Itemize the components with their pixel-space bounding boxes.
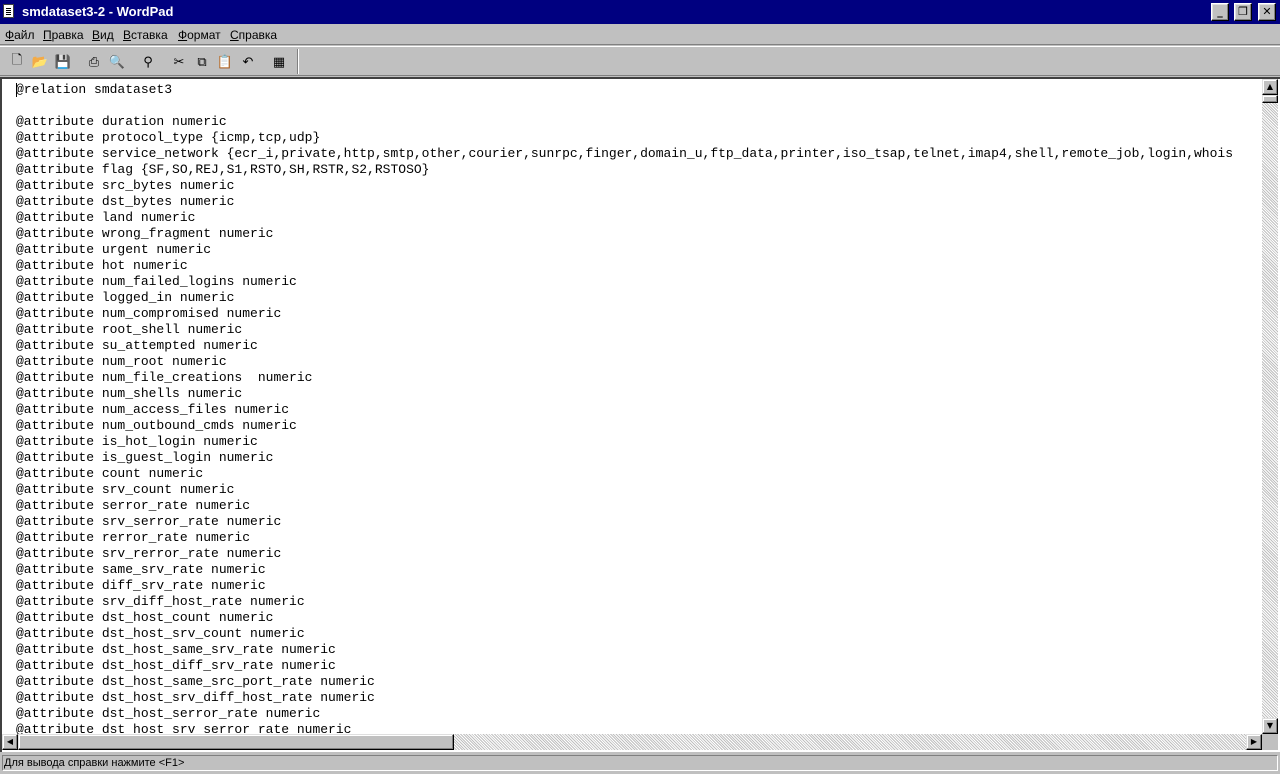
document-line: @attribute dst_host_serror_rate numeric bbox=[16, 706, 321, 721]
document-line: @attribute dst_host_same_src_port_rate n… bbox=[16, 674, 375, 689]
new-document-icon[interactable]: 🗋 bbox=[8, 53, 26, 71]
save-disk-icon[interactable]: 💾 bbox=[54, 53, 72, 71]
menu-bar: Файл Правка Вид Вставка Формат Справка bbox=[0, 25, 1280, 45]
arrow-up-icon: ▲ bbox=[1266, 82, 1274, 91]
document-line: @attribute num_access_files numeric bbox=[16, 402, 290, 417]
document-line: @attribute num_outbound_cmds numeric bbox=[16, 418, 297, 433]
menu-help[interactable]: Справка bbox=[230, 28, 277, 42]
document-line: @attribute land numeric bbox=[16, 210, 196, 225]
horizontal-scroll-thumb[interactable] bbox=[18, 734, 454, 750]
minimize-button[interactable]: _ bbox=[1211, 3, 1229, 21]
find-binoculars-icon[interactable]: ⚲ bbox=[139, 53, 157, 71]
document-line: @attribute srv_serror_rate numeric bbox=[16, 514, 282, 529]
document-line: @attribute wrong_fragment numeric bbox=[16, 226, 274, 241]
document-line: @attribute dst_host_count numeric bbox=[16, 610, 274, 625]
document-text-area[interactable]: @relation smdataset3 @attribute duration … bbox=[2, 79, 1261, 734]
document-line: @attribute dst_host_srv_count numeric bbox=[16, 626, 305, 641]
document-line: @attribute duration numeric bbox=[16, 114, 227, 129]
document-line: @attribute dst_host_srv_serror_rate nume… bbox=[16, 722, 352, 734]
copy-icon[interactable]: ⧉ bbox=[193, 53, 211, 71]
vertical-scrollbar[interactable]: ▲ ▼ bbox=[1262, 79, 1278, 734]
document-line: @attribute is_hot_login numeric bbox=[16, 434, 258, 449]
close-icon: ✕ bbox=[1262, 5, 1272, 18]
menu-view[interactable]: Вид bbox=[92, 28, 114, 42]
document-line: @attribute dst_host_diff_srv_rate numeri… bbox=[16, 658, 336, 673]
status-text: Для вывода справки нажмите <F1> bbox=[2, 755, 1278, 771]
document-line: @relation smdataset3 bbox=[16, 82, 173, 97]
document-line: @attribute srv_diff_host_rate numeric bbox=[16, 594, 305, 609]
title-bar[interactable]: smdataset3-2 - WordPad _ ❐ ✕ bbox=[0, 0, 1280, 24]
document-line: @attribute dst_host_srv_diff_host_rate n… bbox=[16, 690, 375, 705]
document-line: @attribute num_shells numeric bbox=[16, 386, 243, 401]
document-line: @attribute serror_rate numeric bbox=[16, 498, 251, 513]
scroll-down-button[interactable]: ▼ bbox=[1262, 718, 1278, 734]
menu-edit[interactable]: Правка bbox=[43, 28, 84, 42]
document-line: @attribute num_failed_logins numeric bbox=[16, 274, 297, 289]
document-line: @attribute srv_rerror_rate numeric bbox=[16, 546, 282, 561]
scroll-left-button[interactable]: ◀ bbox=[2, 734, 18, 750]
minimize-icon: _ bbox=[1217, 5, 1223, 18]
restore-button[interactable]: ❐ bbox=[1234, 3, 1252, 21]
document-line: @attribute num_file_creations numeric bbox=[16, 370, 313, 385]
wordpad-document-icon[interactable] bbox=[3, 4, 14, 18]
arrow-right-icon: ▶ bbox=[1250, 737, 1258, 746]
document-line: @attribute flag {SF,SO,REJ,S1,RSTO,SH,RS… bbox=[16, 162, 430, 177]
document-line: @attribute count numeric bbox=[16, 466, 204, 481]
open-folder-icon[interactable]: 📂 bbox=[31, 53, 49, 71]
status-bar: Для вывода справки нажмите <F1> bbox=[0, 753, 1280, 774]
horizontal-scrollbar[interactable]: ◀ ▶ bbox=[2, 734, 1262, 750]
document-line: @attribute num_compromised numeric bbox=[16, 306, 282, 321]
document-line: @attribute src_bytes numeric bbox=[16, 178, 235, 193]
close-button[interactable]: ✕ bbox=[1258, 3, 1276, 21]
scroll-up-button[interactable]: ▲ bbox=[1262, 79, 1278, 95]
document-line: @attribute service_network {ecr_i,privat… bbox=[16, 146, 1233, 161]
arrow-down-icon: ▼ bbox=[1266, 721, 1274, 730]
cut-scissors-icon[interactable]: ✂ bbox=[170, 53, 188, 71]
undo-icon[interactable]: ↶ bbox=[239, 53, 257, 71]
document-line: @attribute logged_in numeric bbox=[16, 290, 235, 305]
document-line: @attribute srv_count numeric bbox=[16, 482, 235, 497]
menu-insert[interactable]: Вставка bbox=[123, 28, 168, 42]
document-line: @attribute protocol_type {icmp,tcp,udp} bbox=[16, 130, 321, 145]
menu-format[interactable]: Формат bbox=[178, 28, 221, 42]
toolbar: 🗋 📂 💾 ⎙ 🔍 ⚲ ✂ ⧉ 📋 ↶ ▦ bbox=[0, 46, 1280, 76]
document-line: @attribute rerror_rate numeric bbox=[16, 530, 251, 545]
document-line: @attribute su_attempted numeric bbox=[16, 338, 258, 353]
menu-file[interactable]: Файл bbox=[5, 28, 35, 42]
document-line: @attribute diff_srv_rate numeric bbox=[16, 578, 266, 593]
scroll-right-button[interactable]: ▶ bbox=[1246, 734, 1262, 750]
insert-datetime-icon[interactable]: ▦ bbox=[270, 53, 288, 71]
restore-icon: ❐ bbox=[1238, 5, 1248, 18]
document-line: @attribute root_shell numeric bbox=[16, 322, 243, 337]
vertical-scroll-thumb[interactable] bbox=[1262, 95, 1278, 103]
print-preview-icon[interactable]: 🔍 bbox=[108, 53, 126, 71]
arrow-left-icon: ◀ bbox=[6, 737, 14, 746]
print-icon[interactable]: ⎙ bbox=[85, 53, 103, 71]
document-line: @attribute urgent numeric bbox=[16, 242, 212, 257]
document-line: @attribute same_srv_rate numeric bbox=[16, 562, 266, 577]
document-line: @attribute hot numeric bbox=[16, 258, 188, 273]
document-line: @attribute num_root numeric bbox=[16, 354, 227, 369]
document-line: @attribute dst_bytes numeric bbox=[16, 194, 235, 209]
document-line: @attribute is_guest_login numeric bbox=[16, 450, 274, 465]
toolbar-band: 🗋 📂 💾 ⎙ 🔍 ⚲ ✂ ⧉ 📋 ↶ ▦ bbox=[2, 49, 298, 74]
window-title: smdataset3-2 - WordPad bbox=[22, 4, 174, 19]
document-line: @attribute dst_host_same_srv_rate numeri… bbox=[16, 642, 336, 657]
paste-icon[interactable]: 📋 bbox=[216, 53, 234, 71]
scrollbar-corner bbox=[1262, 734, 1278, 750]
